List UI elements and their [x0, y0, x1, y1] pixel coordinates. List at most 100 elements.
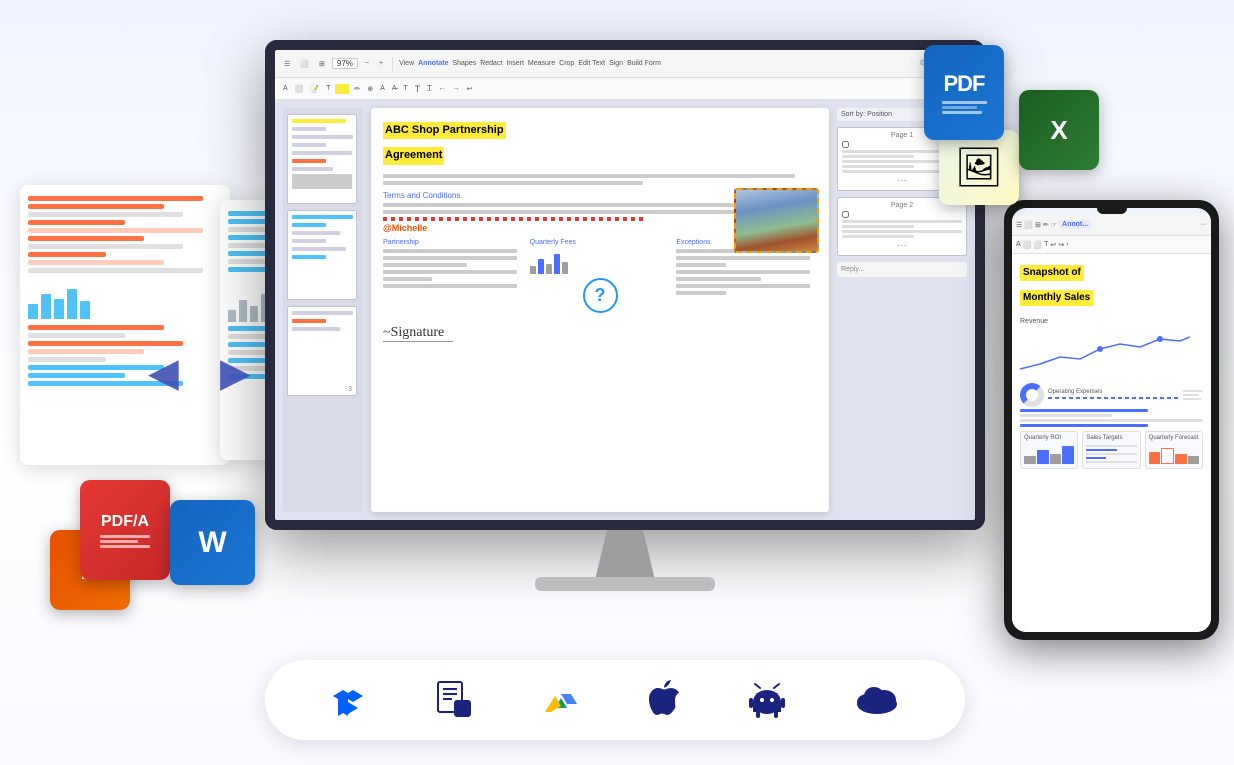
tablet-doc-icon[interactable]: ⬜: [1024, 221, 1033, 229]
redact-btn[interactable]: Redact: [480, 60, 502, 67]
highlight-tool[interactable]: [335, 84, 349, 94]
tablet-content: Snapshot of Monthly Sales Revenue: [1012, 254, 1211, 632]
more-options2[interactable]: ···: [842, 240, 962, 251]
col-line: [383, 263, 467, 267]
tablet-annotate-btn[interactable]: Annot...: [1059, 220, 1091, 229]
panel-line: [28, 244, 183, 249]
tablet-notch: [1097, 208, 1127, 214]
tablet-font-icon[interactable]: A: [1016, 241, 1021, 248]
bar: [1050, 454, 1062, 464]
bar: [554, 254, 560, 274]
col-line: [383, 284, 517, 288]
sales-targets-label: Sales Targets: [1086, 435, 1122, 441]
tablet-shape-icon[interactable]: ⬜: [1033, 241, 1042, 249]
insert-btn[interactable]: Insert: [506, 60, 524, 67]
arrow-left-icon[interactable]: ←: [437, 85, 448, 92]
bar: [1062, 446, 1074, 464]
mini-line: [842, 230, 962, 233]
mini-line: [842, 220, 962, 223]
zoom-level[interactable]: 97%: [332, 58, 358, 69]
tablet-mini-line: [1020, 419, 1203, 422]
tablet-undo-icon[interactable]: ↩: [1050, 241, 1056, 249]
readdle-icon: ⊡: [433, 679, 475, 721]
thumb-page-number: 3: [348, 386, 352, 393]
bar: [562, 262, 568, 274]
cloud-icon: [852, 682, 902, 718]
operating-expenses-label: Operating Expenses: [1048, 389, 1179, 395]
mini-line: [842, 165, 914, 168]
left-document-panel1: [20, 185, 230, 465]
panel-line: [28, 365, 164, 370]
quarterly-forecast-bars: [1149, 444, 1199, 464]
pdf-thumbnail-2[interactable]: [287, 210, 357, 300]
pdf-badge-text: PDF: [944, 71, 985, 97]
tablet-screen: ☰ ⬜ ⊞ ✏ ☞ Annot... ··· A ⬜ ⬜ T ↩ ↪ ›: [1012, 208, 1211, 632]
tablet-more-icon[interactable]: ···: [1200, 221, 1207, 228]
photo-icon: 🖼: [955, 146, 1003, 190]
font-icon[interactable]: A: [281, 85, 290, 92]
page1-checkbox[interactable]: [842, 141, 849, 148]
pdf-thumbnail-3[interactable]: 3: [287, 306, 357, 396]
stamp-icon[interactable]: ⊕: [365, 85, 375, 93]
separator: [392, 57, 393, 71]
undo-icon[interactable]: ↩: [465, 85, 475, 93]
pdf-thumbnail-1[interactable]: [287, 114, 357, 204]
doc-content-line: [383, 174, 795, 178]
zoom-out[interactable]: −: [362, 59, 372, 68]
type-icon[interactable]: T: [324, 85, 332, 92]
sticky-note-icon[interactable]: 📝: [308, 85, 321, 93]
redact-mark-icon[interactable]: A: [378, 85, 387, 92]
annotate-btn[interactable]: Annotate: [418, 60, 448, 67]
panel-line: [28, 220, 125, 225]
quarterly-fees-col-title: Quarterly Fees: [530, 239, 671, 246]
shapes-btn[interactable]: Shapes: [452, 60, 476, 67]
measure-btn[interactable]: Measure: [528, 60, 555, 67]
tablet-thumb-icon[interactable]: ⊞: [1035, 221, 1041, 229]
excel-format-badge: X: [1019, 90, 1099, 170]
tablet-text-icon[interactable]: T: [1044, 241, 1048, 248]
page2-checkbox[interactable]: [842, 211, 849, 218]
revenue-label: Revenue: [1020, 318, 1203, 325]
sales-targets-box: Sales Targets: [1082, 431, 1140, 469]
tablet-redo-icon[interactable]: ↪: [1058, 241, 1064, 249]
monitor: ☰ ⬜ ⊞ 97% − + View Annotate Shapes Redac…: [265, 40, 1005, 610]
pdfa-format-badge: PDF/A: [80, 480, 170, 580]
arrow-right-icon2[interactable]: →: [451, 85, 462, 92]
crop-btn[interactable]: Crop: [559, 60, 574, 67]
monitor-stand: [595, 530, 655, 580]
thumb-icon[interactable]: ⊞: [316, 59, 328, 69]
android-icon: [748, 680, 786, 720]
view-btn[interactable]: View: [399, 60, 414, 67]
pdf-content-area: 3 ABC Shop Partnership Agreement Terms a…: [275, 100, 975, 520]
tablet-pen-icon[interactable]: ✏: [1043, 221, 1049, 229]
strikethrough-icon[interactable]: A̶: [390, 85, 399, 92]
text-box-icon[interactable]: ⬜: [293, 85, 306, 93]
sort-label: Sort by: Position: [841, 111, 892, 118]
doc-title-line2: Agreement: [383, 147, 444, 164]
sign-btn[interactable]: Sign: [609, 60, 623, 67]
text-big-icon[interactable]: T: [413, 84, 423, 94]
expense-q-mark: [1183, 390, 1203, 400]
text-size-icon[interactable]: T: [401, 85, 409, 92]
build-form-btn[interactable]: Build Form: [627, 60, 661, 67]
tablet-hand-icon[interactable]: ☞: [1051, 221, 1057, 229]
word-badge-text: W: [198, 526, 226, 560]
right-arrow-icon: ▶: [220, 350, 251, 396]
edit-text-btn[interactable]: Edit Text: [578, 60, 605, 67]
revenue-chart: [1020, 329, 1190, 379]
wavy-underline: [383, 217, 643, 221]
pdf-toolbar: ☰ ⬜ ⊞ 97% − + View Annotate Shapes Redac…: [275, 50, 975, 78]
quarterly-forecast-box: Quarterly Forecast: [1145, 431, 1203, 469]
mini-line: [842, 225, 914, 228]
tablet-more2-icon[interactable]: ›: [1066, 241, 1068, 248]
menu-icon[interactable]: ☰: [281, 59, 293, 69]
col-line: [383, 270, 517, 274]
panel-line: [28, 349, 144, 354]
doc-title-line1: ABC Shop Partnership: [383, 122, 506, 139]
underline-icon[interactable]: T̲: [425, 85, 433, 92]
tablet-menu-icon[interactable]: ☰: [1016, 221, 1022, 229]
tablet-box-icon[interactable]: ⬜: [1023, 241, 1032, 249]
page-icon[interactable]: ⬜: [297, 59, 312, 69]
zoom-in[interactable]: +: [376, 59, 386, 68]
pen-icon[interactable]: ✏: [352, 85, 362, 93]
